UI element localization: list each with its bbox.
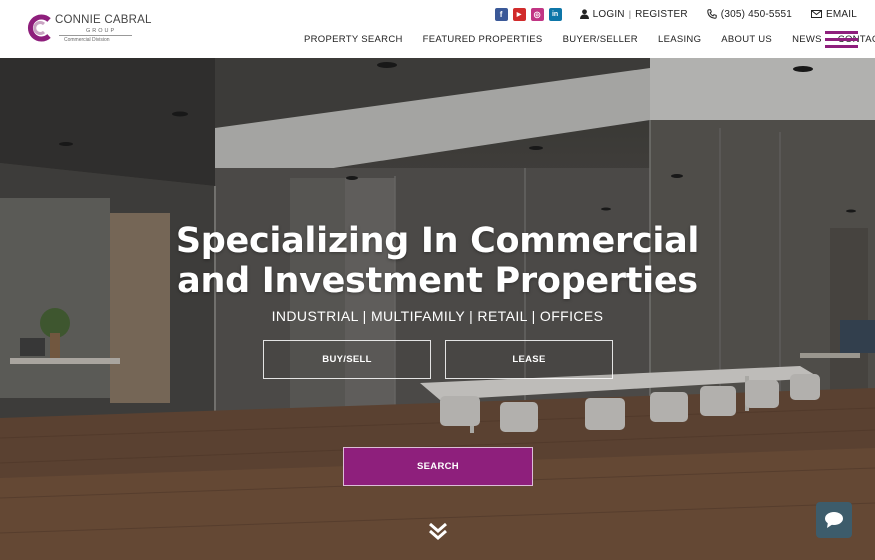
hero-title: Specializing In Commercial and Investmen… — [0, 221, 875, 301]
hamburger-bar — [825, 38, 858, 41]
nav-property-search[interactable]: PROPERTY SEARCH — [304, 34, 403, 45]
nav-news[interactable]: NEWS — [792, 34, 822, 45]
main-nav: PROPERTY SEARCH FEATURED PROPERTIES BUYE… — [304, 34, 875, 45]
hero-subtitle: INDUSTRIAL | MULTIFAMILY | RETAIL | OFFI… — [271, 308, 604, 324]
linkedin-icon[interactable]: in — [548, 7, 562, 21]
login-link[interactable]: LOGIN — [579, 8, 625, 20]
nav-leasing[interactable]: LEASING — [658, 34, 701, 45]
top-bar: f ▶ ◎ in LOGIN | REGISTER (305) 450-5551… — [494, 7, 857, 21]
search-button[interactable]: SEARCH — [343, 447, 533, 486]
nav-about-us[interactable]: ABOUT US — [721, 34, 772, 45]
logo-division: Commercial Division — [64, 37, 110, 43]
logo-name: CONNIE CABRAL — [55, 14, 152, 26]
hero-title-line-2: and Investment Properties — [177, 261, 698, 301]
buy-sell-button[interactable]: BUY/SELL — [263, 340, 431, 379]
logo-group: GROUP — [86, 28, 117, 34]
hamburger-bar — [825, 45, 858, 48]
nav-buyer-seller[interactable]: BUYER/SELLER — [563, 34, 638, 45]
hero-title-line-1: Specializing In Commercial — [175, 221, 700, 261]
logo-mark-icon — [28, 14, 51, 42]
logo-divider — [59, 35, 132, 36]
login-label: LOGIN — [592, 8, 625, 20]
phone-number: (305) 450-5551 — [720, 8, 792, 20]
hamburger-bar — [825, 31, 858, 34]
email-label: EMAIL — [825, 8, 857, 20]
envelope-icon — [810, 10, 822, 18]
site-header: CONNIE CABRAL GROUP Commercial Division … — [0, 0, 875, 58]
phone-link[interactable]: (305) 450-5551 — [707, 9, 792, 20]
youtube-icon[interactable]: ▶ — [512, 7, 526, 21]
facebook-icon[interactable]: f — [494, 7, 508, 21]
chat-bubble-icon — [825, 512, 843, 528]
phone-icon — [707, 9, 717, 19]
hero-section: Specializing In Commercial and Investmen… — [0, 58, 875, 560]
menu-hamburger-icon[interactable] — [825, 31, 858, 48]
social-links: f ▶ ◎ in — [494, 7, 562, 21]
site-logo[interactable]: CONNIE CABRAL GROUP Commercial Division — [24, 12, 151, 44]
lease-button[interactable]: LEASE — [445, 340, 613, 379]
instagram-icon[interactable]: ◎ — [530, 7, 544, 21]
register-link[interactable]: REGISTER — [635, 9, 688, 20]
login-register-separator: | — [628, 9, 632, 19]
nav-featured-properties[interactable]: FEATURED PROPERTIES — [423, 34, 543, 45]
double-chevron-down-icon[interactable] — [428, 522, 448, 540]
email-link[interactable]: EMAIL — [810, 8, 857, 20]
chat-button[interactable] — [816, 502, 852, 538]
user-icon — [579, 9, 589, 19]
